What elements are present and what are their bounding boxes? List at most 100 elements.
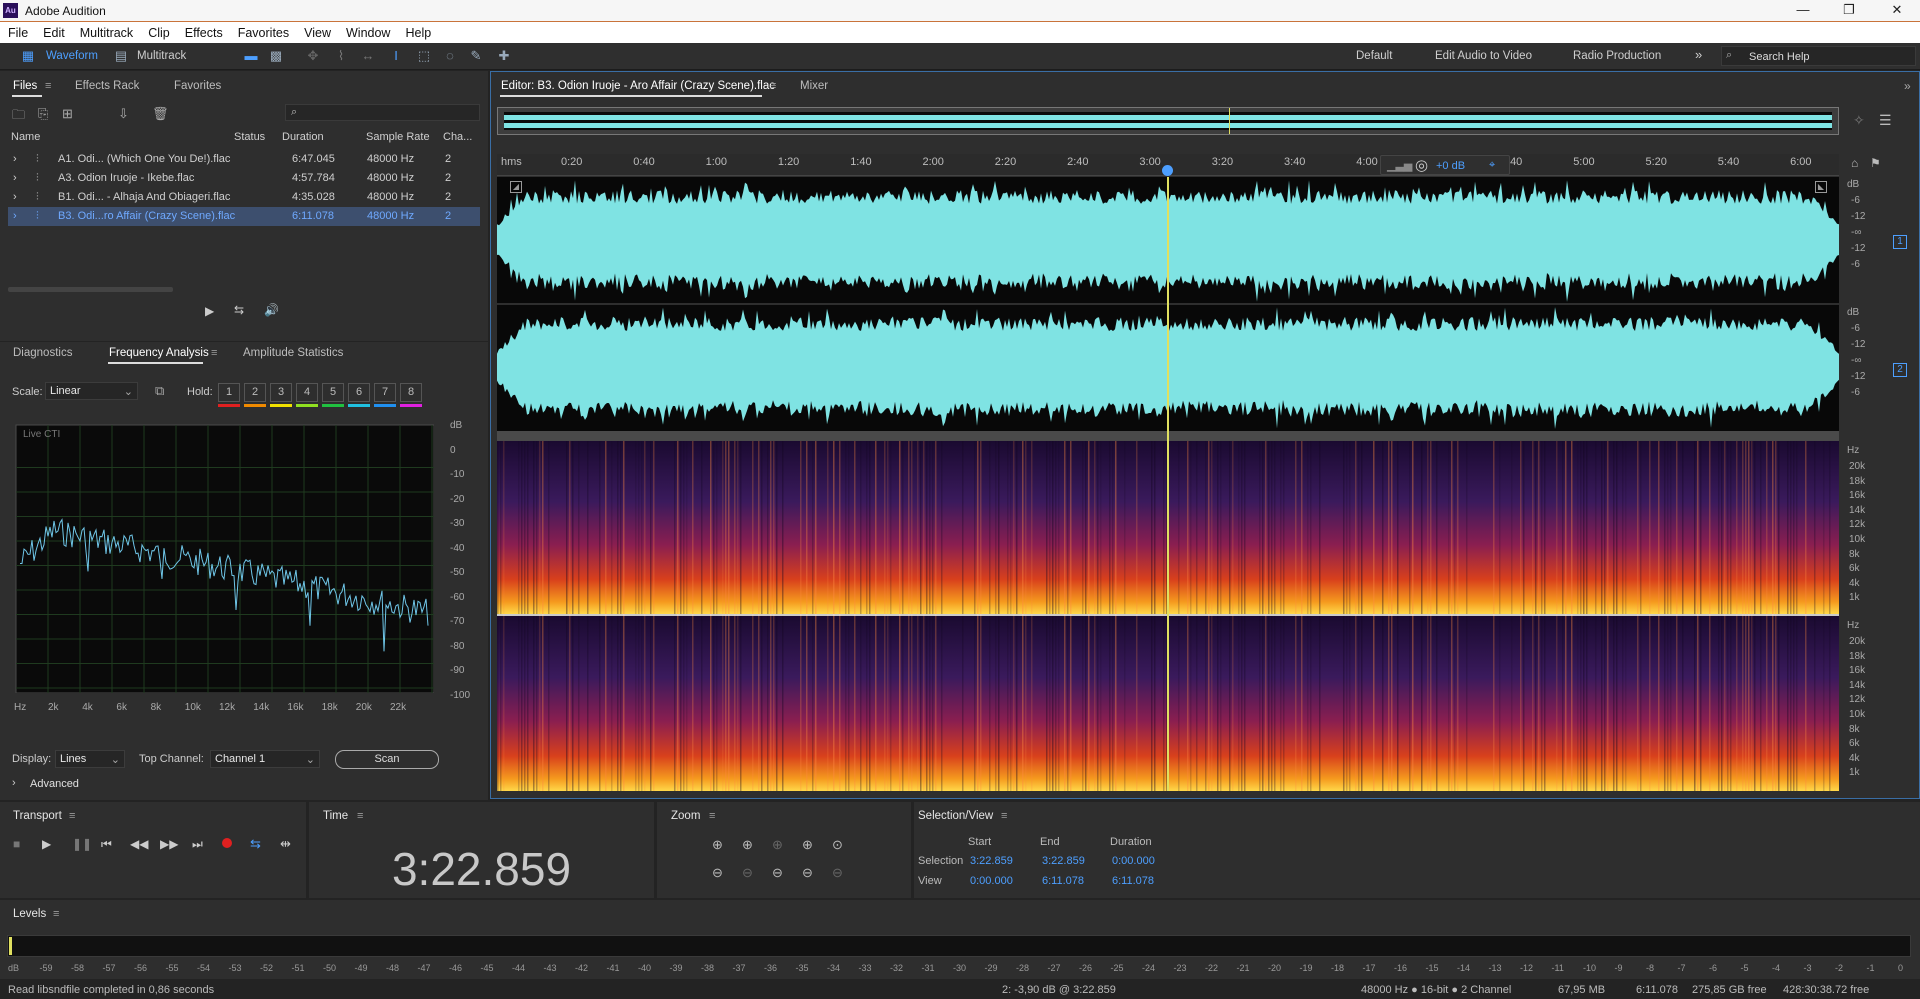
more-workspaces-icon[interactable]: » (1695, 47, 1702, 62)
time-selection-tool-icon[interactable]: I (388, 48, 404, 64)
expand-chevron-icon[interactable]: › (13, 210, 17, 222)
razor-tool-icon[interactable]: ⌇ (333, 48, 349, 64)
new-file-icon[interactable]: ⊞ (62, 106, 73, 122)
top-channel-dropdown[interactable]: Channel 1 ⌄ (210, 750, 320, 768)
selection-view-menu-icon[interactable]: ≡ (1001, 810, 1007, 822)
view-start[interactable]: 0:00.000 (970, 875, 1013, 887)
pin-hud-icon[interactable]: ⌖ (1489, 159, 1495, 172)
files-search-input[interactable]: ⌕ (285, 104, 480, 121)
hold-button-6[interactable]: 6 (348, 383, 370, 402)
panel-overflow-icon[interactable]: » (1904, 79, 1911, 93)
zoom-in-time-icon[interactable]: ⊕ (742, 837, 753, 853)
menu-window[interactable]: Window (346, 26, 390, 40)
close-icon[interactable]: ✕ (1882, 2, 1912, 20)
menu-favorites[interactable]: Favorites (238, 26, 289, 40)
files-horizontal-scrollbar[interactable] (8, 287, 173, 292)
column-channels[interactable]: Cha... (443, 131, 472, 143)
column-name[interactable]: Name (11, 131, 40, 143)
auto-play-icon[interactable]: 🔊 (264, 303, 279, 317)
skip-selection-icon[interactable]: ⇹ (280, 836, 291, 852)
column-duration[interactable]: Duration (282, 131, 324, 143)
zoom-out-right-icon[interactable]: ⊖ (832, 865, 843, 881)
file-row[interactable]: › ⫶ A3. Odion Iruoje - Ikebe.flac 4:57.7… (8, 169, 480, 188)
zoom-in-amplitude-icon[interactable]: ⊕ (712, 837, 723, 853)
marker-icon[interactable]: ⚑ (1870, 156, 1881, 170)
restore-icon[interactable]: ❐ (1834, 2, 1864, 20)
file-row-selected[interactable]: › ⫶ B3. Odi...ro Affair (Crazy Scene).fl… (8, 207, 480, 226)
insert-into-multitrack-icon[interactable]: ⇩ (118, 106, 129, 122)
tab-amplitude-statistics[interactable]: Amplitude Statistics (243, 347, 343, 359)
display-dropdown[interactable]: Lines ⌄ (55, 750, 125, 768)
waveform-view-icon[interactable]: ▦ (20, 48, 36, 64)
import-file-icon[interactable]: ⎘ (38, 106, 48, 122)
file-row[interactable]: › ⫶ A1. Odi... (Which One You De!).flac … (8, 150, 480, 169)
view-duration[interactable]: 6:11.078 (1112, 875, 1154, 887)
scale-dropdown[interactable]: Linear ⌄ (45, 382, 138, 400)
view-end[interactable]: 6:11.078 (1042, 875, 1084, 887)
snap-icon[interactable]: ⌂ (1851, 156, 1858, 170)
hold-button-8[interactable]: 8 (400, 383, 422, 402)
fade-out-handle-icon[interactable]: ◣ (1815, 181, 1827, 193)
time-menu-icon[interactable]: ≡ (357, 810, 363, 822)
spot-healing-tool-icon[interactable]: ✚ (496, 48, 512, 64)
delete-file-icon[interactable]: 🗑 (152, 106, 169, 122)
play-preview-icon[interactable]: ▶ (205, 304, 214, 318)
menu-multitrack[interactable]: Multitrack (80, 26, 133, 40)
editor-menu-icon[interactable]: ≡ (770, 80, 776, 92)
tab-mixer[interactable]: Mixer (800, 80, 828, 92)
menu-view[interactable]: View (304, 26, 331, 40)
move-tool-icon[interactable]: ✥ (305, 48, 321, 64)
hold-button-1[interactable]: 1 (218, 383, 240, 402)
analysis-panel-menu-icon[interactable]: ≡ (211, 347, 217, 359)
hold-button-3[interactable]: 3 (270, 383, 292, 402)
tab-effects-rack[interactable]: Effects Rack (75, 80, 139, 92)
tab-favorites[interactable]: Favorites (174, 80, 221, 92)
loop-preview-icon[interactable]: ⇆ (234, 303, 244, 317)
marquee-tool-icon[interactable]: ⬚ (416, 48, 432, 64)
stop-icon[interactable]: ■ (13, 837, 20, 851)
workspace-edit-audio-to-video[interactable]: Edit Audio to Video (1435, 50, 1532, 62)
hold-button-7[interactable]: 7 (374, 383, 396, 402)
hold-button-5[interactable]: 5 (322, 383, 344, 402)
tab-frequency-analysis[interactable]: Frequency Analysis (109, 347, 209, 359)
expand-chevron-icon[interactable]: › (13, 191, 17, 203)
selection-start[interactable]: 3:22.859 (970, 855, 1013, 867)
rewind-icon[interactable]: ◀◀ (130, 837, 148, 851)
channel-2-toggle[interactable]: 2 (1893, 363, 1907, 377)
workspace-radio-production[interactable]: Radio Production (1573, 50, 1661, 62)
waveform-display-icon[interactable]: ▬ (243, 48, 259, 64)
go-to-end-icon[interactable]: ⏭ (192, 837, 203, 852)
search-help-input[interactable]: ⌕ Search Help (1721, 46, 1916, 66)
channel-1-toggle[interactable]: 1 (1893, 235, 1907, 249)
menu-help[interactable]: Help (405, 26, 431, 40)
column-sample-rate[interactable]: Sample Rate (366, 131, 430, 143)
playhead[interactable] (1167, 177, 1169, 791)
tab-editor[interactable]: Editor: B3. Odion Iruoje - Aro Affair (C… (501, 80, 775, 92)
minimize-icon[interactable]: — (1788, 2, 1818, 20)
levels-menu-icon[interactable]: ≡ (53, 908, 59, 920)
volume-knob-icon[interactable]: ◎ (1415, 156, 1428, 174)
zoom-out-amplitude-icon[interactable]: ⊖ (712, 865, 723, 881)
expand-chevron-icon[interactable]: › (13, 172, 17, 184)
tab-diagnostics[interactable]: Diagnostics (13, 347, 72, 359)
lasso-tool-icon[interactable]: ◌ (442, 48, 458, 64)
playhead-handle[interactable] (1162, 165, 1173, 176)
go-to-start-icon[interactable]: ⏮ (101, 837, 112, 852)
loop-playback-icon[interactable]: ⇆ (250, 836, 261, 852)
advanced-chevron-icon[interactable]: › (12, 777, 16, 789)
waveform-view-button[interactable]: Waveform (46, 50, 98, 62)
open-file-icon[interactable]: 🗀 (12, 106, 25, 128)
zoom-in-left-icon[interactable]: ⊕ (802, 837, 813, 853)
display-options-icon[interactable]: ☰ (1879, 112, 1892, 129)
zoom-reset-icon[interactable]: ⊙ (832, 837, 843, 853)
multitrack-view-button[interactable]: Multitrack (137, 50, 186, 62)
zoom-out-time-icon[interactable]: ⊖ (742, 865, 753, 881)
fade-in-handle-icon[interactable]: ◢ (510, 181, 522, 193)
zoom-in-right-icon[interactable]: ⊖ (802, 865, 813, 881)
pause-icon[interactable]: ❚❚ (72, 837, 92, 851)
selection-end[interactable]: 3:22.859 (1042, 855, 1085, 867)
play-icon[interactable]: ▶ (42, 837, 51, 851)
overview-bar[interactable] (497, 107, 1839, 135)
slip-tool-icon[interactable]: ↔ (360, 48, 376, 64)
advanced-section[interactable]: Advanced (30, 778, 79, 790)
